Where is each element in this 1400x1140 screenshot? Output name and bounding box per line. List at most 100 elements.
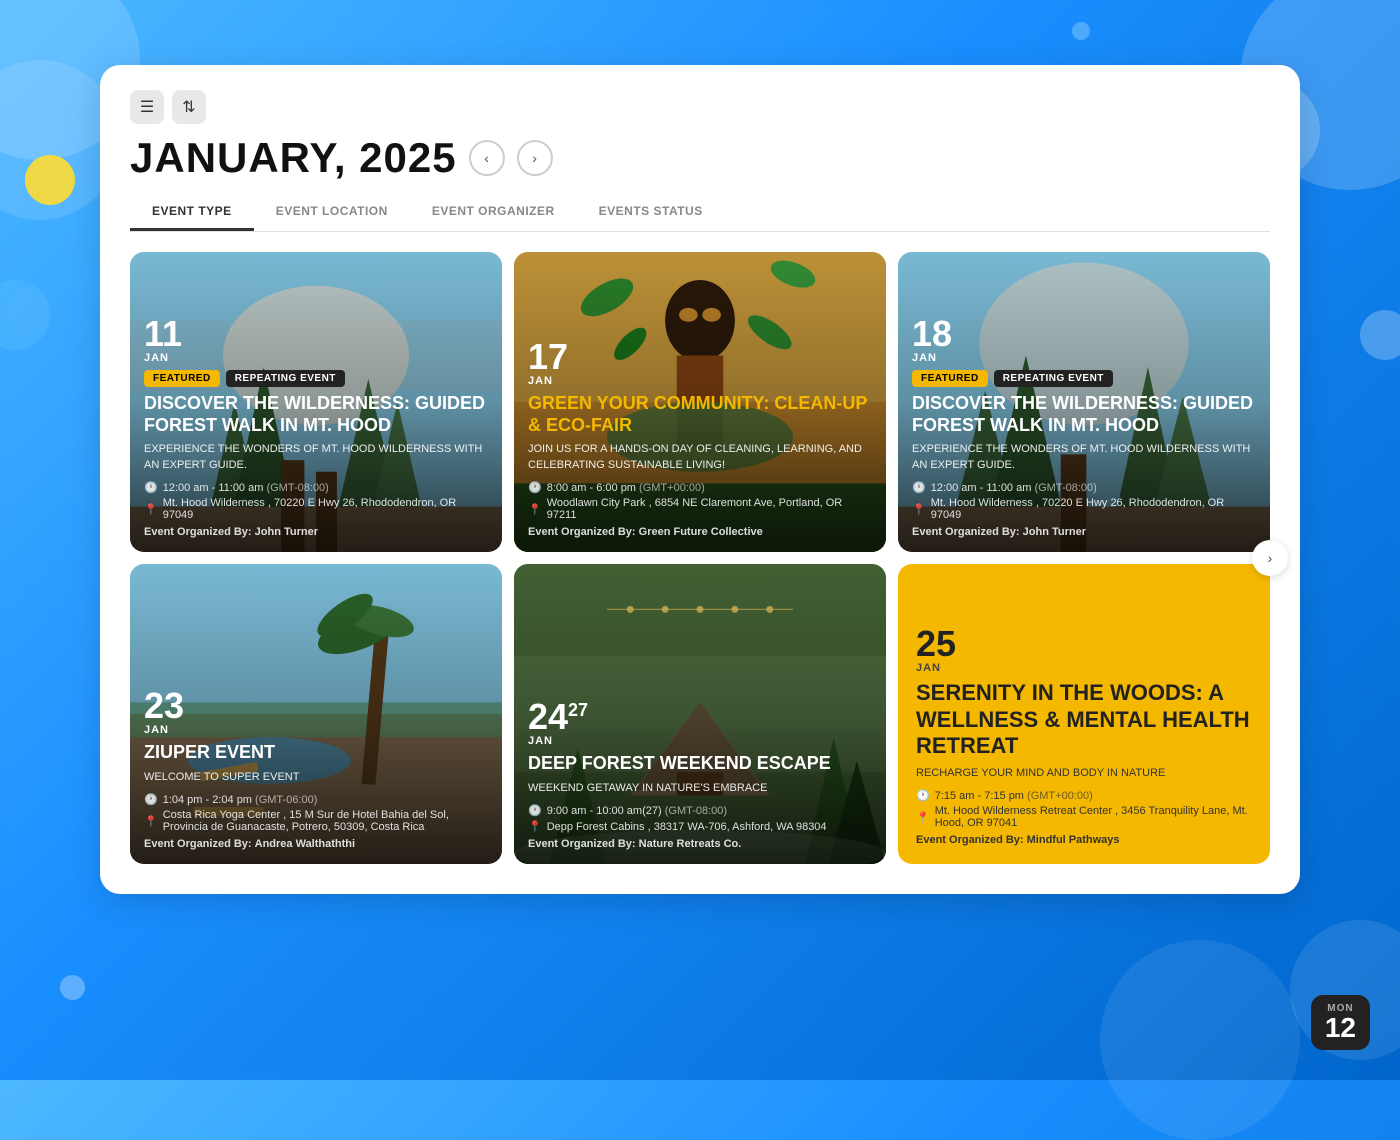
toolbar: ☰ ⇅ (130, 90, 1270, 124)
clock-icon-2: 🕐 (528, 481, 542, 494)
event-time-text-1: 12:00 am - 11:00 am (GMT-08:00) (163, 482, 329, 494)
event-location-text-2: Woodlawn City Park , 6854 NE Claremont A… (547, 497, 872, 521)
event-date-5: 2427 (528, 699, 872, 735)
event-badges-3: FEATURED REPEATING EVENT (912, 370, 1256, 387)
event-title-5: DEEP FOREST WEEKEND ESCAPE (528, 753, 872, 775)
current-date-badge: MON 12 (1311, 995, 1370, 1050)
event-month-2: JAN (528, 375, 872, 387)
next-month-button[interactable]: › (517, 140, 553, 176)
event-time-6: 🕐 7:15 am - 7:15 pm (GMT+00:00) (916, 789, 1252, 802)
clock-icon-1: 🕐 (144, 481, 158, 494)
pin-icon-5: 📍 (528, 820, 542, 833)
event-time-5: 🕐 9:00 am - 10:00 am(27) (GMT-08:00) (528, 804, 872, 817)
tab-event-type[interactable]: EVENT TYPE (130, 194, 254, 231)
event-location-6: 📍 Mt. Hood Wilderness Retreat Center , 3… (916, 805, 1252, 829)
event-time-1: 🕐 12:00 am - 11:00 am (GMT-08:00) (144, 481, 488, 494)
event-desc-6: RECHARGE YOUR MIND AND BODY IN NATURE (916, 766, 1252, 781)
event-card-5[interactable]: 2427 JAN DEEP FOREST WEEKEND ESCAPE WEEK… (514, 564, 886, 864)
event-title-6: SERENITY IN THE WOODS: A WELLNESS & MENT… (916, 680, 1252, 759)
event-time-3: 🕐 12:00 am - 11:00 am (GMT-08:00) (912, 481, 1256, 494)
event-date-3: 18 (912, 316, 1256, 352)
event-month-3: JAN (912, 352, 1256, 364)
event-month-1: JAN (144, 352, 488, 364)
event-organizer-4: Event Organized By: Andrea Walthaththi (144, 838, 488, 850)
badge-featured-3: FEATURED (912, 370, 988, 387)
event-time-text-6: 7:15 am - 7:15 pm (GMT+00:00) (935, 790, 1093, 802)
bg-decoration-7 (5, 290, 50, 335)
event-date-1: 11 (144, 316, 488, 352)
event-time-4: 🕐 1:04 pm - 2:04 pm (GMT-06:00) (144, 793, 488, 806)
current-date-num: 12 (1325, 1014, 1356, 1042)
event-card-3[interactable]: 18 JAN FEATURED REPEATING EVENT DISCOVER… (898, 252, 1270, 552)
event-card-content-2: 17 JAN GREEN YOUR COMMUNITY: CLEAN-UP & … (514, 325, 886, 552)
pin-icon-1: 📍 (144, 503, 158, 516)
badge-repeating-3: REPEATING EVENT (994, 370, 1113, 387)
pin-icon-4: 📍 (144, 815, 158, 828)
event-card-content-5: 2427 JAN DEEP FOREST WEEKEND ESCAPE WEEK… (514, 685, 886, 864)
bg-decoration-6 (0, 280, 50, 350)
event-date-2: 17 (528, 339, 872, 375)
event-title-3: DISCOVER THE WILDERNESS: GUIDED FOREST W… (912, 393, 1256, 436)
event-location-1: 📍 Mt. Hood Wilderness , 70220 E Hwy 26, … (144, 497, 488, 521)
event-month-6: JAN (916, 662, 1252, 674)
badge-featured-1: FEATURED (144, 370, 220, 387)
event-location-4: 📍 Costa Rica Yoga Center , 15 M Sur de H… (144, 809, 488, 833)
bg-decoration-9 (60, 975, 85, 1000)
pin-icon-3: 📍 (912, 503, 926, 516)
scroll-right-button[interactable]: › (1252, 540, 1288, 576)
event-date-4: 23 (144, 688, 488, 724)
event-organizer-3: Event Organized By: John Turner (912, 526, 1256, 538)
tab-event-organizer[interactable]: EVENT ORGANIZER (410, 194, 577, 231)
event-location-2: 📍 Woodlawn City Park , 6854 NE Claremont… (528, 497, 872, 521)
event-badges-1: FEATURED REPEATING EVENT (144, 370, 488, 387)
event-organizer-5: Event Organized By: Nature Retreats Co. (528, 838, 872, 850)
pin-icon-6: 📍 (916, 811, 930, 824)
bg-decoration-11 (1100, 940, 1300, 1140)
filter-icon: ☰ (140, 97, 154, 117)
clock-icon-3: 🕐 (912, 481, 926, 494)
event-location-3: 📍 Mt. Hood Wilderness , 70220 E Hwy 26, … (912, 497, 1256, 521)
bg-decoration-13 (1360, 310, 1400, 360)
filter-button[interactable]: ☰ (130, 90, 164, 124)
tab-event-location[interactable]: EVENT LOCATION (254, 194, 410, 231)
prev-month-button[interactable]: ‹ (469, 140, 505, 176)
event-title-1: DISCOVER THE WILDERNESS: GUIDED FOREST W… (144, 393, 488, 436)
event-card-1[interactable]: 11 JAN FEATURED REPEATING EVENT DISCOVER… (130, 252, 502, 552)
event-location-text-3: Mt. Hood Wilderness , 70220 E Hwy 26, Rh… (931, 497, 1256, 521)
sort-button[interactable]: ⇅ (172, 90, 206, 124)
event-date-6: 25 (916, 626, 1252, 662)
tab-events-status[interactable]: EVENTS STATUS (577, 194, 725, 231)
event-time-text-4: 1:04 pm - 2:04 pm (GMT-06:00) (163, 794, 318, 806)
bg-decoration-8 (25, 155, 75, 205)
event-desc-4: WELCOME TO SUPER EVENT (144, 770, 488, 785)
event-time-text-2: 8:00 am - 6:00 pm (GMT+00:00) (547, 482, 705, 494)
clock-icon-5: 🕐 (528, 804, 542, 817)
event-location-5: 📍 Depp Forest Cabins , 38317 WA-706, Ash… (528, 820, 872, 833)
event-desc-2: JOIN US FOR A HANDS-ON DAY OF CLEANING, … (528, 442, 872, 473)
filter-tabs: EVENT TYPE EVENT LOCATION EVENT ORGANIZE… (130, 194, 1270, 232)
event-time-text-5: 9:00 am - 10:00 am(27) (GMT-08:00) (547, 805, 727, 817)
clock-icon-4: 🕐 (144, 793, 158, 806)
event-time-text-3: 12:00 am - 11:00 am (GMT-08:00) (931, 482, 1097, 494)
event-card-content-3: 18 JAN FEATURED REPEATING EVENT DISCOVER… (898, 302, 1270, 552)
event-desc-3: EXPERIENCE THE WONDERS OF MT. HOOD WILDE… (912, 442, 1256, 473)
event-organizer-2: Event Organized By: Green Future Collect… (528, 526, 872, 538)
event-location-text-1: Mt. Hood Wilderness , 70220 E Hwy 26, Rh… (163, 497, 488, 521)
month-header: JANUARY, 2025 ‹ › (130, 134, 1270, 182)
events-grid: 11 JAN FEATURED REPEATING EVENT DISCOVER… (130, 252, 1270, 864)
event-desc-5: WEEKEND GETAWAY IN NATURE'S EMBRACE (528, 781, 872, 796)
badge-repeating-1: REPEATING EVENT (226, 370, 345, 387)
event-organizer-6: Event Organized By: Mindful Pathways (916, 834, 1252, 846)
event-card-6[interactable]: 25 JAN SERENITY IN THE WOODS: A WELLNESS… (898, 564, 1270, 864)
event-card-2[interactable]: 17 JAN GREEN YOUR COMMUNITY: CLEAN-UP & … (514, 252, 886, 552)
event-card-4[interactable]: 23 JAN ZIUPER EVENT WELCOME TO SUPER EVE… (130, 564, 502, 864)
bg-decoration-5 (1072, 22, 1090, 40)
sort-icon: ⇅ (182, 97, 195, 117)
event-card-content-1: 11 JAN FEATURED REPEATING EVENT DISCOVER… (130, 302, 502, 552)
clock-icon-6: 🕐 (916, 789, 930, 802)
event-location-text-4: Costa Rica Yoga Center , 15 M Sur de Hot… (163, 809, 488, 833)
event-location-text-6: Mt. Hood Wilderness Retreat Center , 345… (935, 805, 1252, 829)
event-month-5: JAN (528, 735, 872, 747)
event-title-2: GREEN YOUR COMMUNITY: CLEAN-UP & ECO-FAI… (528, 393, 872, 436)
event-organizer-1: Event Organized By: John Turner (144, 526, 488, 538)
